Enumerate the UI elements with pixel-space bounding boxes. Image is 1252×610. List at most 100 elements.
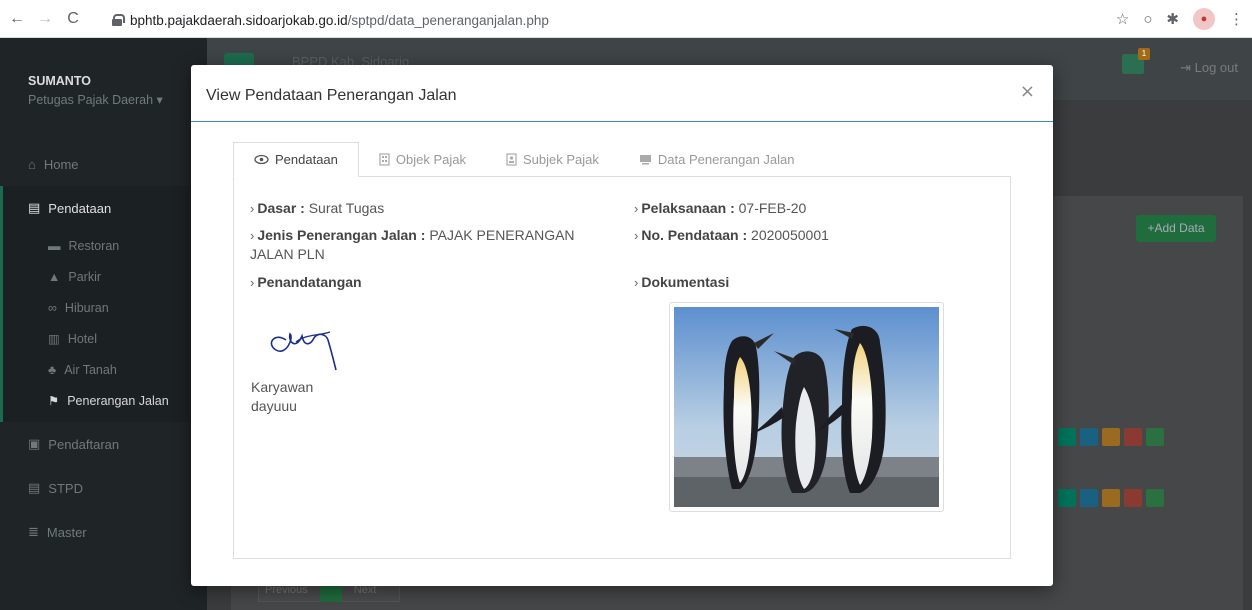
field-label: Dasar : — [257, 200, 305, 216]
monitor-icon — [639, 155, 651, 165]
chevron-right-icon: › — [634, 201, 639, 216]
add-data-label: Add Data — [1154, 221, 1205, 235]
sidebar-subitem-label: Hotel — [67, 331, 97, 346]
sidebar-subitem-hotel[interactable]: ▥ Hotel — [3, 323, 207, 354]
lock-icon — [112, 14, 125, 26]
field-label: No. Pendataan : — [641, 227, 748, 243]
map-marker-button[interactable] — [1058, 428, 1076, 446]
binoculars-icon: ∞ — [48, 300, 57, 315]
delete-button[interactable] — [1124, 489, 1142, 507]
chevron-right-icon: › — [634, 228, 639, 243]
hotel-icon: ▥ — [48, 332, 60, 346]
documentation-photo[interactable] — [669, 302, 944, 512]
field-label: Dokumentasi — [641, 274, 730, 290]
view-modal: View Pendataan Penerangan Jalan × Pendat… — [191, 65, 1053, 586]
edit-button[interactable] — [1102, 489, 1120, 507]
tab-objek-pajak[interactable]: Objek Pajak — [359, 142, 486, 177]
id-card-icon — [506, 153, 517, 166]
field-label: Pelaksanaan : — [641, 200, 735, 216]
signer-name: dayuuu — [251, 398, 297, 414]
eye-icon — [254, 154, 269, 165]
sidebar-subitem-label: Restoran — [68, 238, 120, 253]
verify-button[interactable] — [1146, 489, 1164, 507]
url-path: /sptpd/data_peneranganjalan.php — [347, 12, 549, 28]
close-icon[interactable]: × — [1020, 81, 1035, 102]
file-text-icon: ▤ — [28, 480, 41, 495]
forward-arrow-icon[interactable]: → — [34, 8, 56, 30]
sidebar-subitem-hiburan[interactable]: ∞ Hiburan — [3, 292, 207, 323]
penguins-photo — [674, 307, 939, 507]
row-actions — [1058, 489, 1188, 509]
modal-title: View Pendataan Penerangan Jalan — [206, 87, 457, 104]
sidebar-item-label: STPD — [48, 480, 83, 496]
profile-avatar[interactable]: ● — [1193, 8, 1215, 30]
sidebar-item-home[interactable]: ⌂ Home — [0, 142, 207, 186]
building-icon — [379, 153, 390, 166]
tab-label: Subjek Pajak — [523, 152, 599, 167]
database-icon: ≣ — [28, 524, 39, 539]
chevron-right-icon: › — [250, 275, 255, 290]
add-data-button[interactable]: +Add Data — [1136, 215, 1216, 242]
view-button[interactable] — [1080, 428, 1098, 446]
sidebar-item-pendaftaran[interactable]: ▣ Pendaftaran — [0, 422, 207, 466]
edit-button[interactable] — [1102, 428, 1120, 446]
field-dasar: › Dasar : Surat Tugas — [250, 199, 610, 218]
tab-data-penerangan-jalan[interactable]: Data Penerangan Jalan — [619, 142, 815, 177]
sidebar-subitem-air-tanah[interactable]: ♣ Air Tanah — [3, 354, 207, 385]
field-label: Penandatangan — [257, 274, 362, 290]
tab-pendataan[interactable]: Pendataan — [233, 142, 359, 177]
address-bar[interactable]: bphtb.pajakdaerah.sidoarjokab.go.id/sptp… — [112, 7, 1242, 33]
home-icon: ⌂ — [28, 156, 36, 172]
logout-button[interactable]: ⇥ Log out — [1180, 60, 1238, 76]
row-actions — [1058, 428, 1188, 448]
sidebar-item-stpd[interactable]: ▤ STPD — [0, 466, 207, 510]
sidebar: SUMANTO Petugas Pajak Daerah ▾ ⌂ Home ▤ … — [0, 38, 207, 610]
tab-container: Pendataan Objek Pajak Subjek Pajak Data … — [233, 142, 1013, 559]
view-button[interactable] — [1080, 489, 1098, 507]
sitemap-icon: ♣ — [48, 362, 57, 377]
delete-button[interactable] — [1124, 428, 1142, 446]
back-arrow-icon[interactable]: ← — [6, 8, 28, 30]
sidebar-item-label: Pendaftaran — [48, 436, 120, 452]
puzzle-icon[interactable]: ✱ — [1166, 10, 1179, 28]
envelope-icon[interactable]: 1 — [1122, 48, 1150, 74]
sidebar-submenu-pendataan: ▬ Restoran ▲ Parkir ∞ Hiburan ▥ Hotel ♣ Air T… — [0, 230, 207, 422]
sidebar-subitem-penerangan-jalan[interactable]: ⚑ Penerangan Jalan — [3, 385, 207, 416]
user-role-dropdown[interactable]: Petugas Pajak Daerah ▾ — [28, 92, 207, 107]
field-value: 2020050001 — [751, 227, 829, 243]
sidebar-item-master[interactable]: ≣ Master — [0, 510, 207, 554]
tab-subjek-pajak[interactable]: Subjek Pajak — [486, 142, 619, 177]
flag-icon: ⚑ — [48, 394, 60, 408]
sidebar-subitem-parkir[interactable]: ▲ Parkir — [3, 261, 207, 292]
url-host: bphtb.pajakdaerah.sidoarjokab.go.id — [130, 12, 348, 28]
map-marker-button[interactable] — [1058, 489, 1076, 507]
tab-bar: Pendataan Objek Pajak Subjek Pajak Data … — [233, 142, 1013, 177]
field-label: Jenis Penerangan Jalan : — [257, 227, 426, 243]
menu-kebab-icon[interactable]: ⋮ — [1229, 10, 1244, 28]
extension-circle-icon[interactable]: ○ — [1143, 11, 1152, 28]
sidebar-item-pendataan[interactable]: ▤ Pendataan — [0, 186, 207, 230]
tab-label: Data Penerangan Jalan — [657, 152, 795, 167]
chevron-right-icon: › — [250, 201, 255, 216]
sidebar-subitem-restoran[interactable]: ▬ Restoran — [3, 230, 207, 261]
monitor-icon: ▬ — [48, 238, 61, 253]
logout-label: Log out — [1194, 60, 1238, 75]
chevron-right-icon: › — [250, 228, 255, 243]
field-dokumentasi: › Dokumentasi — [634, 273, 729, 292]
reload-icon[interactable]: C — [62, 8, 84, 30]
browser-toolbar: ← → C bphtb.pajakdaerah.sidoarjokab.go.i… — [0, 0, 1252, 38]
signature-image — [270, 331, 337, 371]
id-card-icon: ▣ — [28, 436, 41, 451]
sidebar-item-label: Master — [46, 524, 87, 540]
user-name: SUMANTO — [28, 74, 91, 88]
field-value: Surat Tugas — [308, 200, 385, 216]
star-icon[interactable]: ☆ — [1116, 10, 1129, 28]
field-no-pendataan: › No. Pendataan : 2020050001 — [634, 226, 994, 245]
sidebar-subitem-label: Penerangan Jalan — [67, 393, 169, 408]
verify-button[interactable] — [1146, 428, 1164, 446]
field-value: 07-FEB-20 — [738, 200, 807, 216]
chevron-right-icon: › — [634, 275, 639, 290]
modal-header: View Pendataan Penerangan Jalan × — [191, 65, 1053, 122]
tab-label: Pendataan — [275, 152, 338, 167]
field-jenis-penerangan: › Jenis Penerangan Jalan : PAJAK PENERANG… — [250, 226, 620, 264]
